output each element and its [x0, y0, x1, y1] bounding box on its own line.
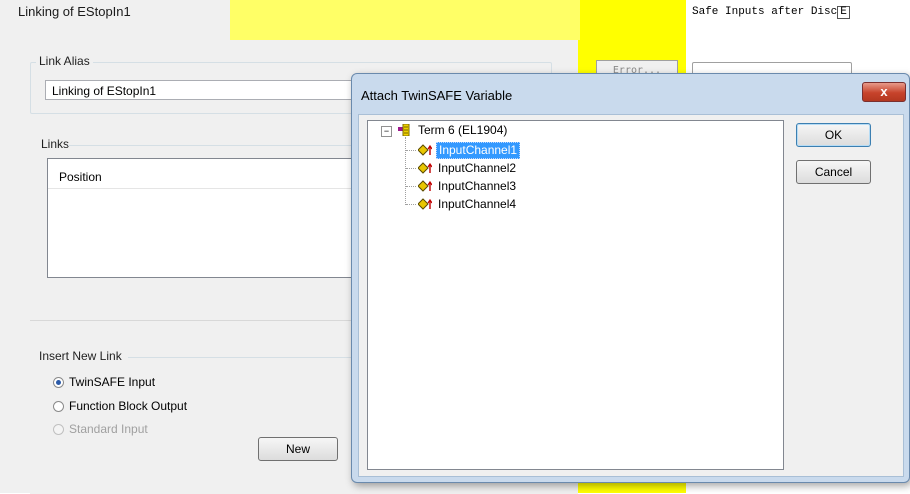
function-block-output-radio[interactable]: [53, 401, 64, 412]
insert-group-divider: [128, 357, 358, 358]
new-link-button[interactable]: New: [258, 437, 338, 461]
input-channel-icon: [418, 180, 432, 192]
tree-item-inputchannel4[interactable]: InputChannel4: [438, 197, 516, 212]
tree-item-inputchannel2[interactable]: InputChannel2: [438, 161, 516, 176]
safe-inputs-label: Safe Inputs after Disc E: [692, 6, 850, 19]
twinsafe-input-label[interactable]: TwinSAFE Input: [69, 375, 155, 389]
input-channel-icon: [418, 198, 432, 210]
attach-dialog-title: Attach TwinSAFE Variable: [361, 88, 513, 103]
function-block-output-label[interactable]: Function Block Output: [69, 399, 187, 413]
collapse-box-icon[interactable]: −: [381, 126, 392, 137]
tree-connector: [406, 168, 416, 169]
twinsafe-input-radio[interactable]: [53, 377, 64, 388]
terminal-icon: [398, 124, 410, 136]
link-alias-label: Link Alias: [36, 54, 93, 68]
safe-inputs-field[interactable]: E: [837, 6, 850, 19]
tree-connector: [406, 186, 416, 187]
insert-new-link-label: Insert New Link: [36, 349, 125, 363]
input-channel-icon: [418, 162, 432, 174]
input-channel-icon: [418, 144, 432, 156]
close-icon[interactable]: x: [862, 82, 906, 102]
tree-connector: [406, 150, 416, 151]
standard-input-radio: [53, 424, 64, 435]
ok-button[interactable]: OK: [796, 123, 871, 147]
yellow-header-strip: [230, 0, 580, 40]
tree-item-inputchannel1[interactable]: InputChannel1: [436, 142, 521, 159]
linking-dialog-title: Linking of EStopIn1: [18, 4, 131, 19]
cancel-button[interactable]: Cancel: [796, 160, 871, 184]
tree-connector: [406, 204, 416, 205]
tree-item-inputchannel3[interactable]: InputChannel3: [438, 179, 516, 194]
position-column-header[interactable]: Position: [59, 170, 102, 184]
standard-input-label: Standard Input: [69, 422, 148, 436]
tree-connector: [405, 137, 406, 205]
links-group-label: Links: [38, 137, 73, 151]
tree-root-term-6[interactable]: Term 6 (EL1904): [418, 123, 507, 138]
safe-inputs-text: Safe Inputs after Disc: [692, 6, 838, 18]
